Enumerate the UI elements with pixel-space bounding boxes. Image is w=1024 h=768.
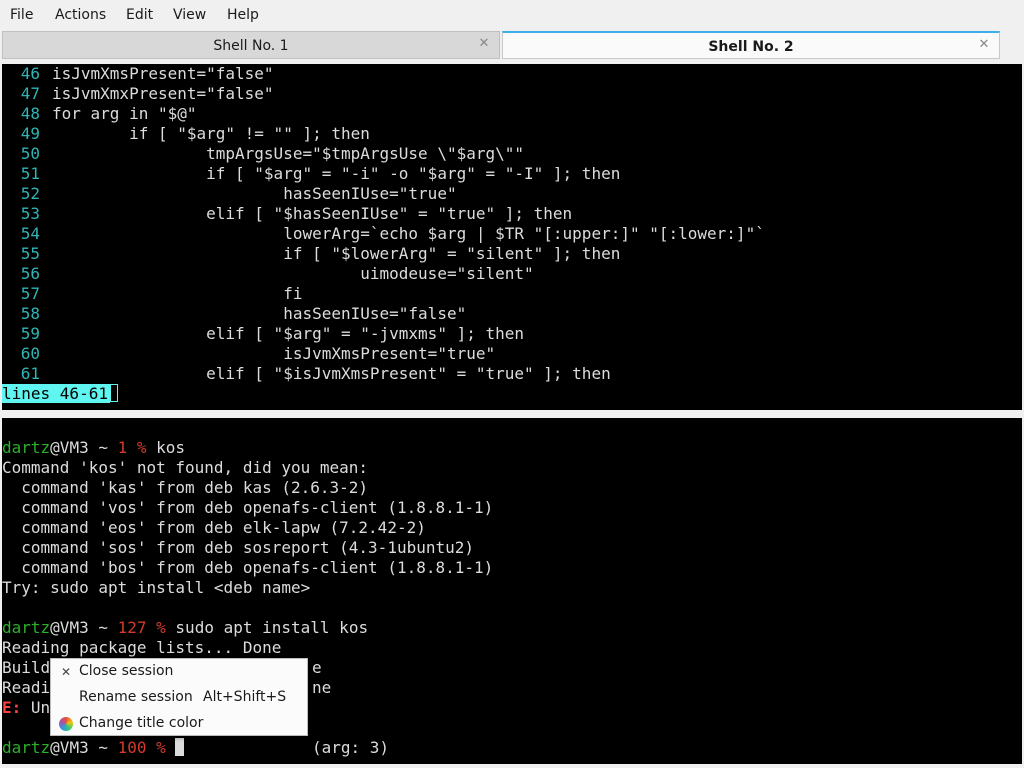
color-wheel-icon	[59, 717, 73, 731]
code-text: elif [ "$isJvmXmsPresent" = "true" ]; th…	[52, 364, 611, 383]
line-number: 49	[20, 124, 40, 143]
line-number: 61	[20, 364, 40, 383]
command-text: sudo apt install kos	[175, 618, 369, 637]
code-text: if [ "$arg" != "" ]; then	[52, 124, 370, 143]
exit-code: 1	[117, 438, 128, 457]
prompt-symbol: %	[146, 738, 176, 757]
pager-status: lines 46-61	[2, 384, 118, 404]
output-line: Command 'kos' not found, did you mean:	[2, 458, 369, 477]
close-icon: ✕	[60, 665, 72, 679]
prompt-symbol: %	[127, 438, 157, 457]
line-number: 55	[20, 244, 40, 263]
menu-item-close-session[interactable]: ✕ Close session	[51, 659, 307, 685]
menu-item-change-title-color[interactable]: Change title color	[51, 711, 307, 737]
prompt-line: dartz@VM3 ~ 127 % sudo apt install kos	[2, 618, 368, 638]
line-number: 52	[20, 184, 40, 203]
line-number: 46	[20, 64, 40, 83]
output-line: command 'kas' from deb kas (2.6.3-2)	[2, 478, 369, 497]
exit-code: 127	[117, 618, 147, 637]
code-text: for arg in "$@"	[52, 104, 197, 123]
output-line: command 'bos' from deb openafs-client (1…	[2, 558, 494, 577]
code-text: tmpArgsUse="$tmpArgsUse \"$arg\""	[52, 144, 525, 163]
menu-file[interactable]: File	[10, 6, 33, 24]
menu-item-rename-session[interactable]: Rename session Alt+Shift+S	[51, 685, 307, 711]
tab-label: Shell No. 2	[708, 39, 794, 55]
error-line: E: Un	[2, 698, 50, 718]
output-line: command 'eos' from deb elk-lapw (7.2.42-…	[2, 518, 426, 537]
line-number: 59	[20, 324, 40, 343]
code-text: if [ "$lowerArg" = "silent" ]; then	[52, 244, 621, 263]
terminal-pane-top[interactable]: 46 isJvmXmsPresent="false" 47 isJvmXmxPrese…	[2, 64, 1022, 410]
prompt-user: dartz	[2, 738, 51, 757]
code-text: isJvmXmsPresent="false"	[52, 64, 274, 83]
output-line: Readi	[2, 678, 51, 697]
menu-item-label: Change title color	[79, 715, 204, 731]
output-line: Try: sudo apt install <deb name>	[2, 578, 311, 597]
line-number: 51	[20, 164, 40, 183]
line-number: 53	[20, 204, 40, 223]
code-text: fi	[52, 284, 303, 303]
code-text: isJvmXmxPresent="false"	[52, 84, 274, 103]
line-number: 47	[20, 84, 40, 103]
menu-item-label: Close session	[79, 663, 174, 679]
output-line: command 'vos' from deb openafs-client (1…	[2, 498, 494, 517]
line-number: 57	[20, 284, 40, 303]
menu-edit[interactable]: Edit	[126, 6, 153, 24]
menubar: File Actions Edit View Help	[0, 0, 1024, 30]
tab-shell-1[interactable]: Shell No. 1 ✕	[2, 31, 500, 59]
menu-view[interactable]: View	[173, 6, 206, 24]
text-cursor	[175, 738, 185, 756]
output-line: Build	[2, 658, 51, 677]
output-line: command 'sos' from deb sosreport (4.3-1u…	[2, 538, 475, 557]
prompt-host: @VM3 ~	[50, 738, 118, 757]
code-text: elif [ "$hasSeenIUse" = "true" ]; then	[52, 204, 573, 223]
prompt-symbol: %	[146, 618, 176, 637]
prompt-user: dartz	[2, 618, 51, 637]
line-number: 56	[20, 264, 40, 283]
prompt-host: @VM3 ~	[50, 438, 118, 457]
output-line-tail: ne	[312, 678, 332, 697]
pager-cursor	[109, 384, 118, 402]
code-text: hasSeenIUse="false"	[52, 304, 467, 323]
pane-splitter[interactable]	[0, 410, 1024, 418]
prompt-line: dartz@VM3 ~ 100 %	[2, 738, 185, 758]
menu-item-shortcut: Alt+Shift+S	[203, 689, 287, 705]
output-line-tail: e	[312, 658, 322, 677]
line-number: 60	[20, 344, 40, 363]
prompt-user: dartz	[2, 438, 51, 457]
output-line: Reading package lists... Done	[2, 638, 282, 657]
line-number: 48	[20, 104, 40, 123]
tab-shell-2[interactable]: Shell No. 2 ✕	[502, 31, 1000, 59]
command-text: kos	[156, 438, 186, 457]
menu-item-label: Rename session	[79, 689, 193, 705]
code-text: hasSeenIUse="true"	[52, 184, 457, 203]
line-number: 58	[20, 304, 40, 323]
exit-code: 100	[117, 738, 147, 757]
arg-hint: (arg: 3)	[312, 738, 390, 757]
code-text: isJvmXmsPresent="true"	[52, 344, 496, 363]
pager-status-text: lines 46-61	[2, 384, 110, 403]
tab-close-icon[interactable]: ✕	[977, 38, 991, 52]
prompt-line: dartz@VM3 ~ 1 % kos	[2, 438, 185, 458]
line-number: 50	[20, 144, 40, 163]
code-text: elif [ "$arg" = "-jvmxms" ]; then	[52, 324, 525, 343]
error-prefix: E:	[2, 698, 22, 717]
prompt-host: @VM3 ~	[50, 618, 118, 637]
menu-help[interactable]: Help	[227, 6, 259, 24]
menu-actions[interactable]: Actions	[55, 6, 106, 24]
session-context-menu: ✕ Close session Rename session Alt+Shift…	[50, 658, 308, 736]
code-text: lowerArg=`echo $arg | $TR "[:upper:]" "[…	[52, 224, 765, 243]
code-text: if [ "$arg" = "-i" -o "$arg" = "-I" ]; t…	[52, 164, 621, 183]
line-number: 54	[20, 224, 40, 243]
tab-close-icon[interactable]: ✕	[477, 37, 491, 51]
tab-bar: Shell No. 1 ✕ Shell No. 2 ✕	[0, 30, 1024, 60]
code-text: uimodeuse="silent"	[52, 264, 534, 283]
tab-label: Shell No. 1	[213, 38, 289, 54]
error-text: Un	[21, 698, 51, 717]
